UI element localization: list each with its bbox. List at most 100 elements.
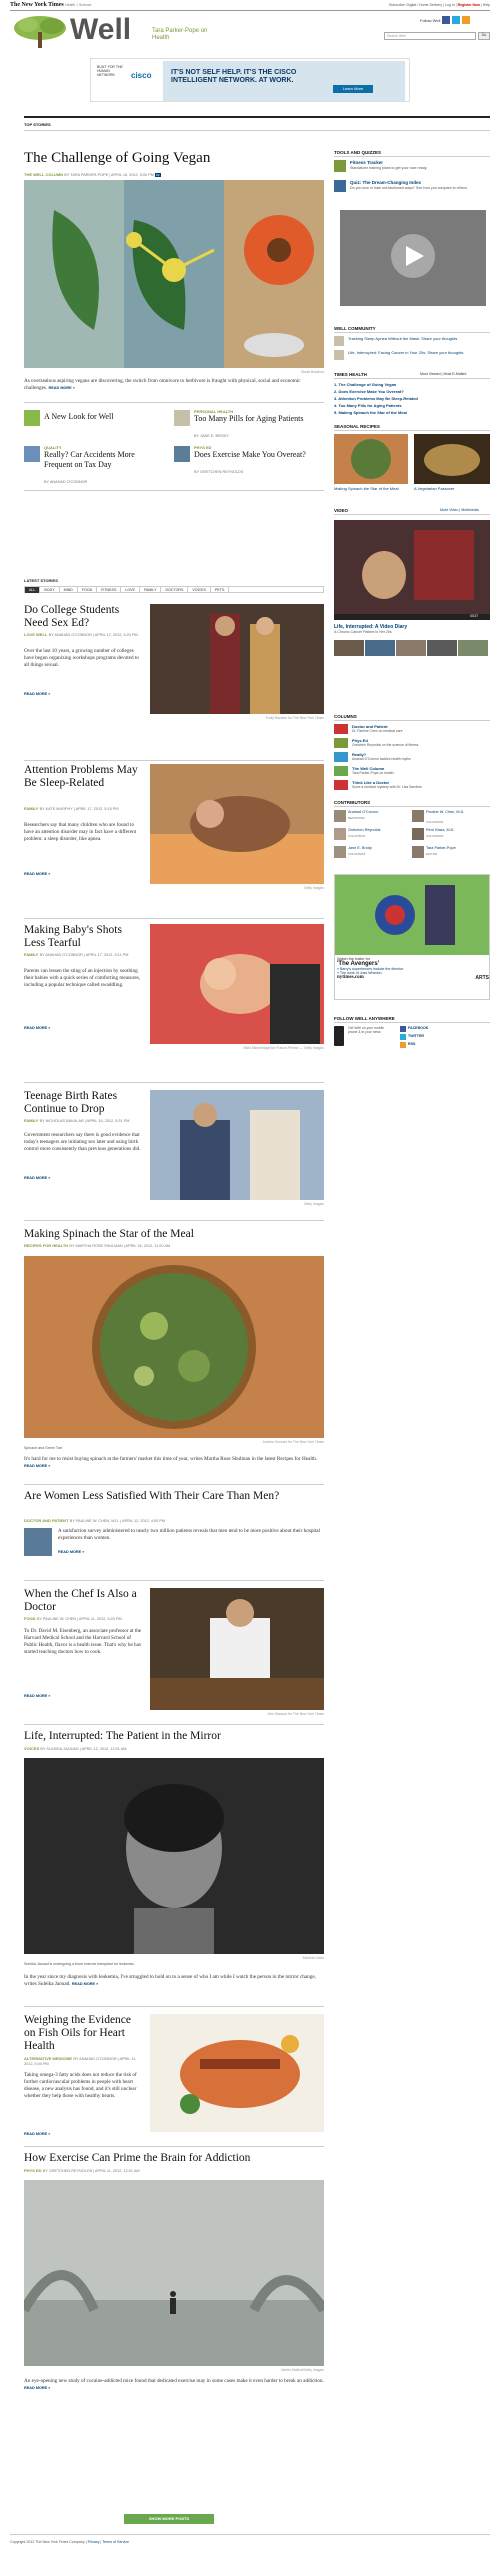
twitter-icon[interactable] xyxy=(452,16,460,24)
lead-kicker[interactable]: THE WELL COLUMN xyxy=(24,172,63,177)
video-thumb[interactable] xyxy=(458,640,488,656)
nyt-logo[interactable]: The New York Times Health | Science xyxy=(10,2,91,8)
rss-icon[interactable] xyxy=(462,16,470,24)
story-image[interactable] xyxy=(150,604,324,714)
column-icon[interactable] xyxy=(334,724,348,734)
fish-kicker[interactable]: ALTERNATIVE MEDICINE xyxy=(24,2056,72,2061)
avatar[interactable] xyxy=(334,810,346,822)
chef-title[interactable]: When the Chef Is Also a Doctor xyxy=(24,1588,144,1614)
avatar[interactable] xyxy=(334,828,346,840)
times-health-item[interactable]: 5. Making Spinach the Star of the Meal xyxy=(334,410,407,415)
search-button[interactable]: Go xyxy=(478,32,490,40)
spinach-title[interactable]: Making Spinach the Star of the Meal xyxy=(24,1228,324,1241)
ad-banner[interactable]: BUILT FOR THE HUMAN NETWORK cisco IT'S N… xyxy=(90,58,410,102)
women-read-more[interactable]: READ MORE » xyxy=(58,1550,84,1554)
video-links[interactable]: More Video | Multimedia xyxy=(440,508,479,512)
tab-pets[interactable]: PETS xyxy=(211,587,230,593)
tab-doctors[interactable]: DOCTORS xyxy=(161,587,189,593)
rss-icon[interactable] xyxy=(400,1042,406,1048)
video-thumb[interactable] xyxy=(427,640,457,656)
story-read-more[interactable]: READ MORE » xyxy=(24,692,50,696)
column-icon[interactable] xyxy=(334,752,348,762)
exercise-title[interactable]: How Exercise Can Prime the Brain for Add… xyxy=(24,2152,324,2165)
column-icon[interactable] xyxy=(334,780,348,790)
community-thumb[interactable] xyxy=(334,350,344,360)
fish-read-more[interactable]: READ MORE » xyxy=(24,2132,50,2136)
quiz-icon[interactable] xyxy=(334,180,346,192)
women-kicker[interactable]: DOCTOR AND PATIENT xyxy=(24,1518,69,1523)
follow-twitter-link[interactable]: TWITTER xyxy=(408,1034,424,1038)
contributor-name[interactable]: Anahad O'Connor xyxy=(348,810,408,814)
spinach-image[interactable] xyxy=(24,1256,324,1438)
follow-rss-link[interactable]: RSS xyxy=(408,1042,415,1046)
facebook-icon[interactable] xyxy=(442,16,450,24)
community-link[interactable]: Life, Interrupted: Facing Cancer in Your… xyxy=(348,350,488,355)
tab-most-viewed[interactable]: Most Viewed xyxy=(420,372,441,376)
story-kicker[interactable]: LOVE WELL xyxy=(24,632,47,637)
contributor-name[interactable]: Tara Parker-Pope xyxy=(426,846,490,850)
community-link[interactable]: Tracking Sleep Apnea Without the Mask: S… xyxy=(348,336,488,341)
story-title[interactable]: Making Baby's Shots Less Tearful xyxy=(24,924,144,950)
mini-thumb[interactable] xyxy=(24,410,40,426)
recipe-image[interactable] xyxy=(334,434,408,484)
recipe-image[interactable] xyxy=(414,434,490,484)
mini-title[interactable]: Does Exercise Make You Overeat? xyxy=(194,450,324,460)
avatar[interactable] xyxy=(334,846,346,858)
tab-food[interactable]: FOOD xyxy=(78,587,98,593)
story-read-more[interactable]: READ MORE » xyxy=(24,1026,50,1030)
avatar[interactable] xyxy=(412,810,424,822)
search-input[interactable]: Search Well xyxy=(384,32,476,40)
column-icon[interactable] xyxy=(334,766,348,776)
top-links[interactable]: Subscribe: Digital / Home Delivery | Log… xyxy=(389,3,490,7)
exercise-kicker[interactable]: PHYS ED xyxy=(24,2168,42,2173)
tool-title[interactable]: Quiz: The Dream-Changing Index xyxy=(350,180,490,185)
twitter-icon[interactable] xyxy=(400,1034,406,1040)
contributor-name[interactable]: Gretchen Reynolds xyxy=(348,828,408,832)
exercise-image[interactable] xyxy=(24,2180,324,2366)
spinach-read-more[interactable]: READ MORE » xyxy=(24,1464,50,1468)
women-title[interactable]: Are Women Less Satisfied With Their Care… xyxy=(24,1490,324,1503)
contributor-name[interactable]: Pauline W. Chen, M.D. xyxy=(426,810,490,814)
mini-title[interactable]: Really? Car Accidents More Frequent on T… xyxy=(44,450,164,469)
story-title[interactable]: Do College Students Need Sex Ed? xyxy=(24,604,144,630)
show-more-button[interactable]: SHOW MORE POSTS xyxy=(124,2514,214,2524)
recipe-link[interactable]: A Vegetarian Passover xyxy=(414,486,490,491)
tab-most-emailed[interactable]: Most E-Mailed xyxy=(443,372,466,376)
spinach-kicker[interactable]: RECIPES FOR HEALTH xyxy=(24,1243,68,1248)
video-ad[interactable] xyxy=(340,210,486,306)
mini-thumb[interactable] xyxy=(174,446,190,462)
video-thumb[interactable] xyxy=(334,640,364,656)
terms-link[interactable]: Terms of Service xyxy=(102,2540,129,2544)
story-image[interactable] xyxy=(150,924,324,1044)
story-read-more[interactable]: READ MORE » xyxy=(24,1176,50,1180)
story-title[interactable]: Attention Problems May Be Sleep-Related xyxy=(24,764,144,790)
fish-image[interactable] xyxy=(150,2014,324,2132)
mini-thumb[interactable] xyxy=(174,410,190,426)
tab-fitness[interactable]: FITNESS xyxy=(97,587,122,593)
times-health-tabs[interactable]: Most Viewed | Most E-Mailed xyxy=(420,372,466,376)
tab-body[interactable]: BODY xyxy=(40,587,60,593)
lead-read-more[interactable]: READ MORE » xyxy=(49,386,75,390)
tab-all[interactable]: ALL xyxy=(25,587,41,593)
mirror-kicker[interactable]: VOICES xyxy=(24,1746,39,1751)
mirror-read-more[interactable]: READ MORE » xyxy=(72,1982,98,1986)
contributor-name[interactable]: Jane E. Brody xyxy=(348,846,408,850)
avengers-ad[interactable]: Watch the trailer for 'The Avengers' » B… xyxy=(334,874,490,1000)
lead-comments[interactable]: 82 xyxy=(155,173,161,177)
avatar[interactable] xyxy=(412,846,424,858)
mobile-phone-icon[interactable] xyxy=(334,1026,344,1046)
lead-image[interactable] xyxy=(24,180,324,368)
chef-image[interactable] xyxy=(150,1588,324,1710)
times-health-item[interactable]: 2. Does Exercise Make You Overeat? xyxy=(334,389,404,394)
tool-title[interactable]: Fitness Tracker xyxy=(350,160,383,165)
story-kicker[interactable]: FAMILY xyxy=(24,1118,38,1123)
exercise-read-more[interactable]: READ MORE » xyxy=(24,2386,50,2390)
story-title[interactable]: Teenage Birth Rates Continue to Drop xyxy=(24,1090,144,1116)
chef-kicker[interactable]: FOOD xyxy=(24,1616,36,1621)
privacy-link[interactable]: Privacy xyxy=(88,2540,100,2544)
story-kicker[interactable]: FAMILY xyxy=(24,952,38,957)
column-icon[interactable] xyxy=(334,738,348,748)
mini-title[interactable]: A New Look for Well xyxy=(44,412,144,422)
video-controls[interactable] xyxy=(334,614,490,620)
fitness-tracker-icon[interactable] xyxy=(334,160,346,172)
